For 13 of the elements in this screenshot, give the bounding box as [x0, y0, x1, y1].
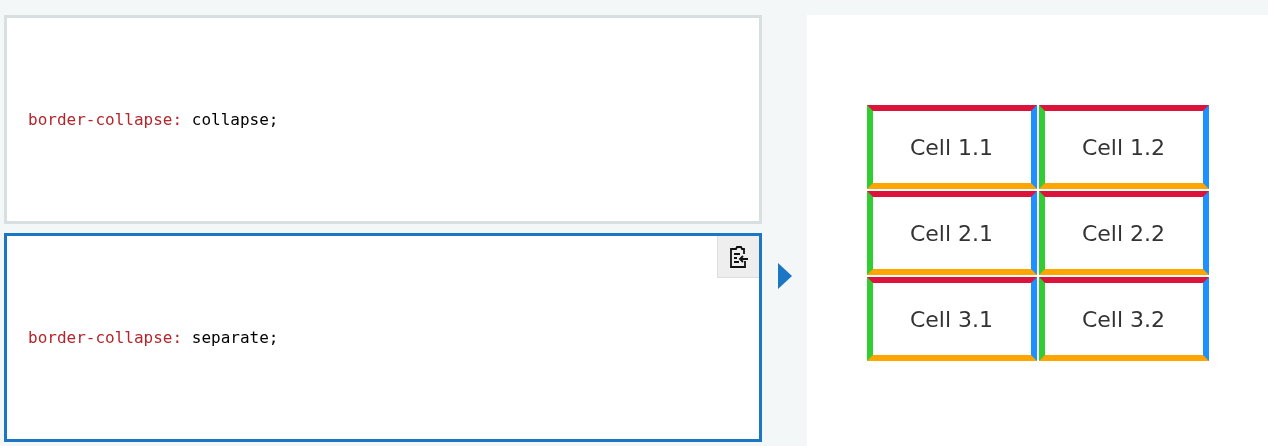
table-cell: Cell 1.2 [1038, 105, 1209, 189]
play-arrow-icon [777, 262, 792, 289]
table-cell: Cell 3.2 [1038, 277, 1209, 361]
table-cell: Cell 2.1 [866, 191, 1037, 275]
example-choice[interactable]: border-collapse: collapse; [4, 15, 762, 224]
table-cell: Cell 3.1 [866, 277, 1037, 361]
code-line: border-collapse: separate; [28, 328, 279, 347]
example-choice[interactable]: border-collapse: separate; [4, 233, 762, 442]
clipboard-icon [727, 244, 750, 269]
table-cell: Cell 2.2 [1038, 191, 1209, 275]
table-cell: Cell 1.1 [866, 105, 1037, 189]
code-line: border-collapse: collapse; [28, 110, 279, 129]
copy-button[interactable] [717, 236, 759, 278]
